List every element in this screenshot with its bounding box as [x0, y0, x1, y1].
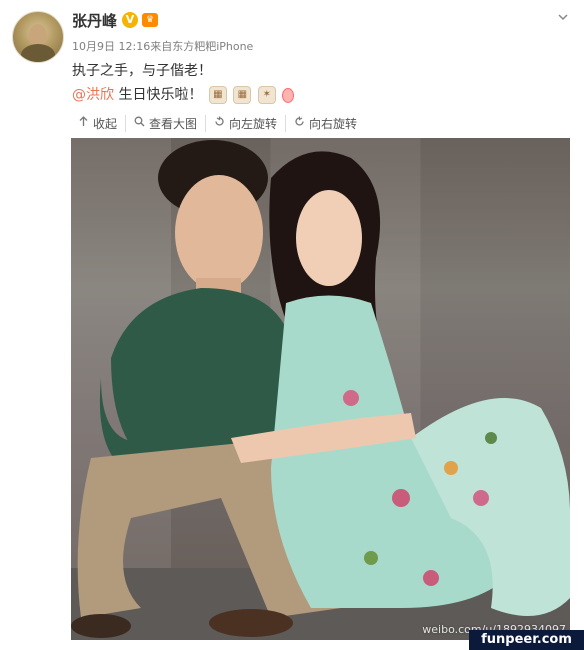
- post-text-birthday: 生日快乐啦！: [114, 87, 203, 103]
- image-toolbar: 收起 查看大图 向左旋转 向右旋转: [70, 114, 365, 132]
- username[interactable]: 张丹峰: [72, 10, 117, 31]
- mention-link[interactable]: @洪欣: [72, 87, 114, 103]
- photo-illustration: [71, 140, 570, 640]
- search-icon: [134, 116, 145, 130]
- cake-icon: ▦: [233, 86, 252, 104]
- rotate-left-icon: [214, 116, 225, 130]
- view-large-button[interactable]: 查看大图: [125, 114, 205, 132]
- verified-badge-icon: V: [122, 12, 138, 28]
- post-photo[interactable]: weibo.com/u/1892934097: [71, 138, 570, 640]
- collapse-button[interactable]: 收起: [70, 115, 125, 132]
- avatar[interactable]: [12, 11, 64, 63]
- site-badge: funpeer.com: [469, 630, 584, 650]
- post-meta: 10月9日 12:16来自东方粑粑iPhone: [72, 40, 254, 53]
- rotate-right-label: 向右旋转: [309, 116, 358, 131]
- party-popper-icon: ✶: [257, 86, 276, 104]
- chevron-down-icon[interactable]: [556, 10, 570, 24]
- level-badge-icon: ♛: [142, 13, 158, 27]
- collapse-label: 收起: [93, 116, 118, 131]
- avatar-face: [29, 24, 47, 46]
- post-text-line1: 执子之手，与子偕老！: [72, 63, 212, 79]
- rotate-left-button[interactable]: 向左旋转: [205, 114, 285, 132]
- balloon-icon: [282, 87, 295, 103]
- view-large-label: 查看大图: [149, 116, 198, 131]
- avatar-body: [21, 44, 55, 62]
- collapse-icon: [78, 116, 89, 130]
- rotate-right-icon: [294, 116, 305, 130]
- post-text-line2: @洪欣 生日快乐啦！ ▦ ▦ ✶: [72, 84, 295, 104]
- cake-icon: ▦: [208, 86, 227, 104]
- rotate-right-button[interactable]: 向右旋转: [285, 114, 365, 132]
- rotate-left-label: 向左旋转: [229, 116, 278, 131]
